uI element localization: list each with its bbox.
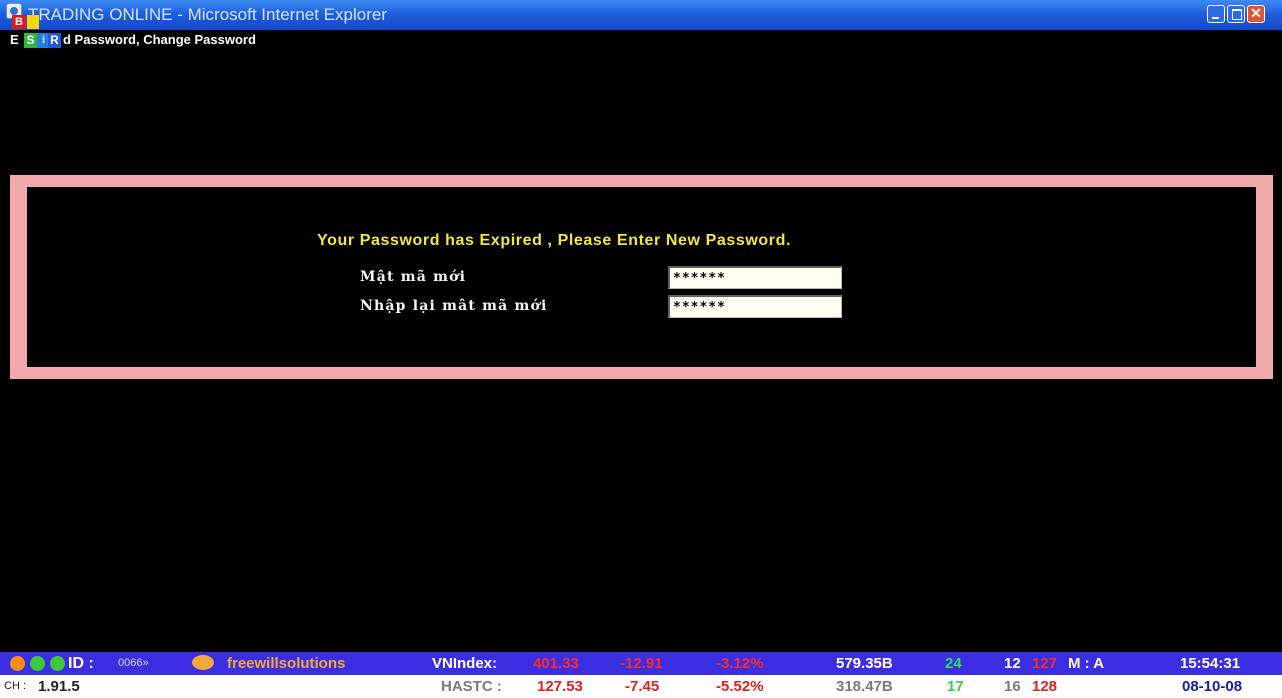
hastc-label: HASTC : bbox=[441, 678, 502, 695]
expired-password-heading: Your Password has Expired , Please Enter… bbox=[317, 232, 792, 249]
version-value: 1.91.5 bbox=[38, 678, 80, 695]
version-label: CH : bbox=[4, 680, 26, 692]
menu-path-text: d Password, Change Password bbox=[63, 32, 256, 47]
green-status-light-icon bbox=[50, 656, 65, 671]
vnindex-declines: 127 bbox=[1032, 655, 1058, 672]
market-status-bar: ID : 0066» freewillsolutions VNIndex: 40… bbox=[0, 652, 1282, 698]
window-title-bar[interactable]: TRADING ONLINE - Microsoft Internet Expl… bbox=[0, 0, 1282, 30]
hastc-declines: 128 bbox=[1032, 678, 1058, 695]
r-badge-icon[interactable]: R bbox=[48, 33, 61, 48]
status-row-vnindex: ID : 0066» freewillsolutions VNIndex: 40… bbox=[0, 652, 1282, 675]
yellow-tag-icon bbox=[27, 15, 39, 29]
brand-logo: freewillsolutions bbox=[187, 652, 387, 675]
hastc-volume: 318.47B bbox=[836, 678, 893, 695]
s-badge-icon[interactable]: S bbox=[24, 33, 37, 48]
vnindex-percent: -3.12% bbox=[716, 655, 764, 672]
market-mode: M : A bbox=[1068, 655, 1105, 672]
id-label: ID : bbox=[68, 655, 94, 672]
status-row-hastc: CH : 1.91.5 HASTC : 127.53 -7.45 -5.52% … bbox=[0, 675, 1282, 698]
confirm-password-field[interactable] bbox=[668, 295, 842, 318]
new-password-label: Mật mã mới bbox=[360, 269, 467, 285]
hastc-value: 127.53 bbox=[537, 678, 583, 695]
password-dialog: Your Password has Expired , Please Enter… bbox=[27, 187, 1256, 367]
hastc-unchanged: 16 bbox=[1004, 678, 1021, 695]
freewill-logo-icon bbox=[192, 655, 214, 670]
new-password-field[interactable] bbox=[668, 266, 842, 289]
hastc-advances: 17 bbox=[947, 678, 964, 695]
window-title: TRADING ONLINE - Microsoft Internet Expl… bbox=[28, 5, 387, 24]
green-status-light-icon bbox=[30, 656, 45, 671]
vnindex-volume: 579.35B bbox=[836, 655, 893, 672]
id-value[interactable]: 0066» bbox=[118, 652, 149, 675]
hastc-percent: -5.52% bbox=[716, 678, 764, 695]
clock-time: 15:54:31 bbox=[1180, 655, 1241, 672]
brand-name: freewillsolutions bbox=[227, 655, 346, 672]
vnindex-advances: 24 bbox=[945, 655, 962, 672]
password-dialog-frame: Your Password has Expired , Please Enter… bbox=[10, 175, 1273, 379]
vnindex-label: VNIndex: bbox=[432, 655, 498, 672]
close-button[interactable]: ✕ bbox=[1247, 5, 1265, 23]
menu-prefix: E bbox=[10, 32, 19, 47]
vnindex-change: -12.91 bbox=[620, 655, 663, 672]
maximize-button[interactable] bbox=[1227, 5, 1245, 23]
vnindex-unchanged: 12 bbox=[1004, 655, 1021, 672]
orange-status-light-icon bbox=[10, 656, 25, 671]
minimize-button[interactable] bbox=[1207, 5, 1225, 23]
confirm-password-label: Nhập lại mât mã mới bbox=[360, 298, 548, 314]
current-date: 08-10-08 bbox=[1182, 678, 1243, 695]
b-tag-icon: B bbox=[12, 15, 26, 29]
hastc-change: -7.45 bbox=[625, 678, 660, 695]
vnindex-value: 401.33 bbox=[533, 655, 579, 672]
